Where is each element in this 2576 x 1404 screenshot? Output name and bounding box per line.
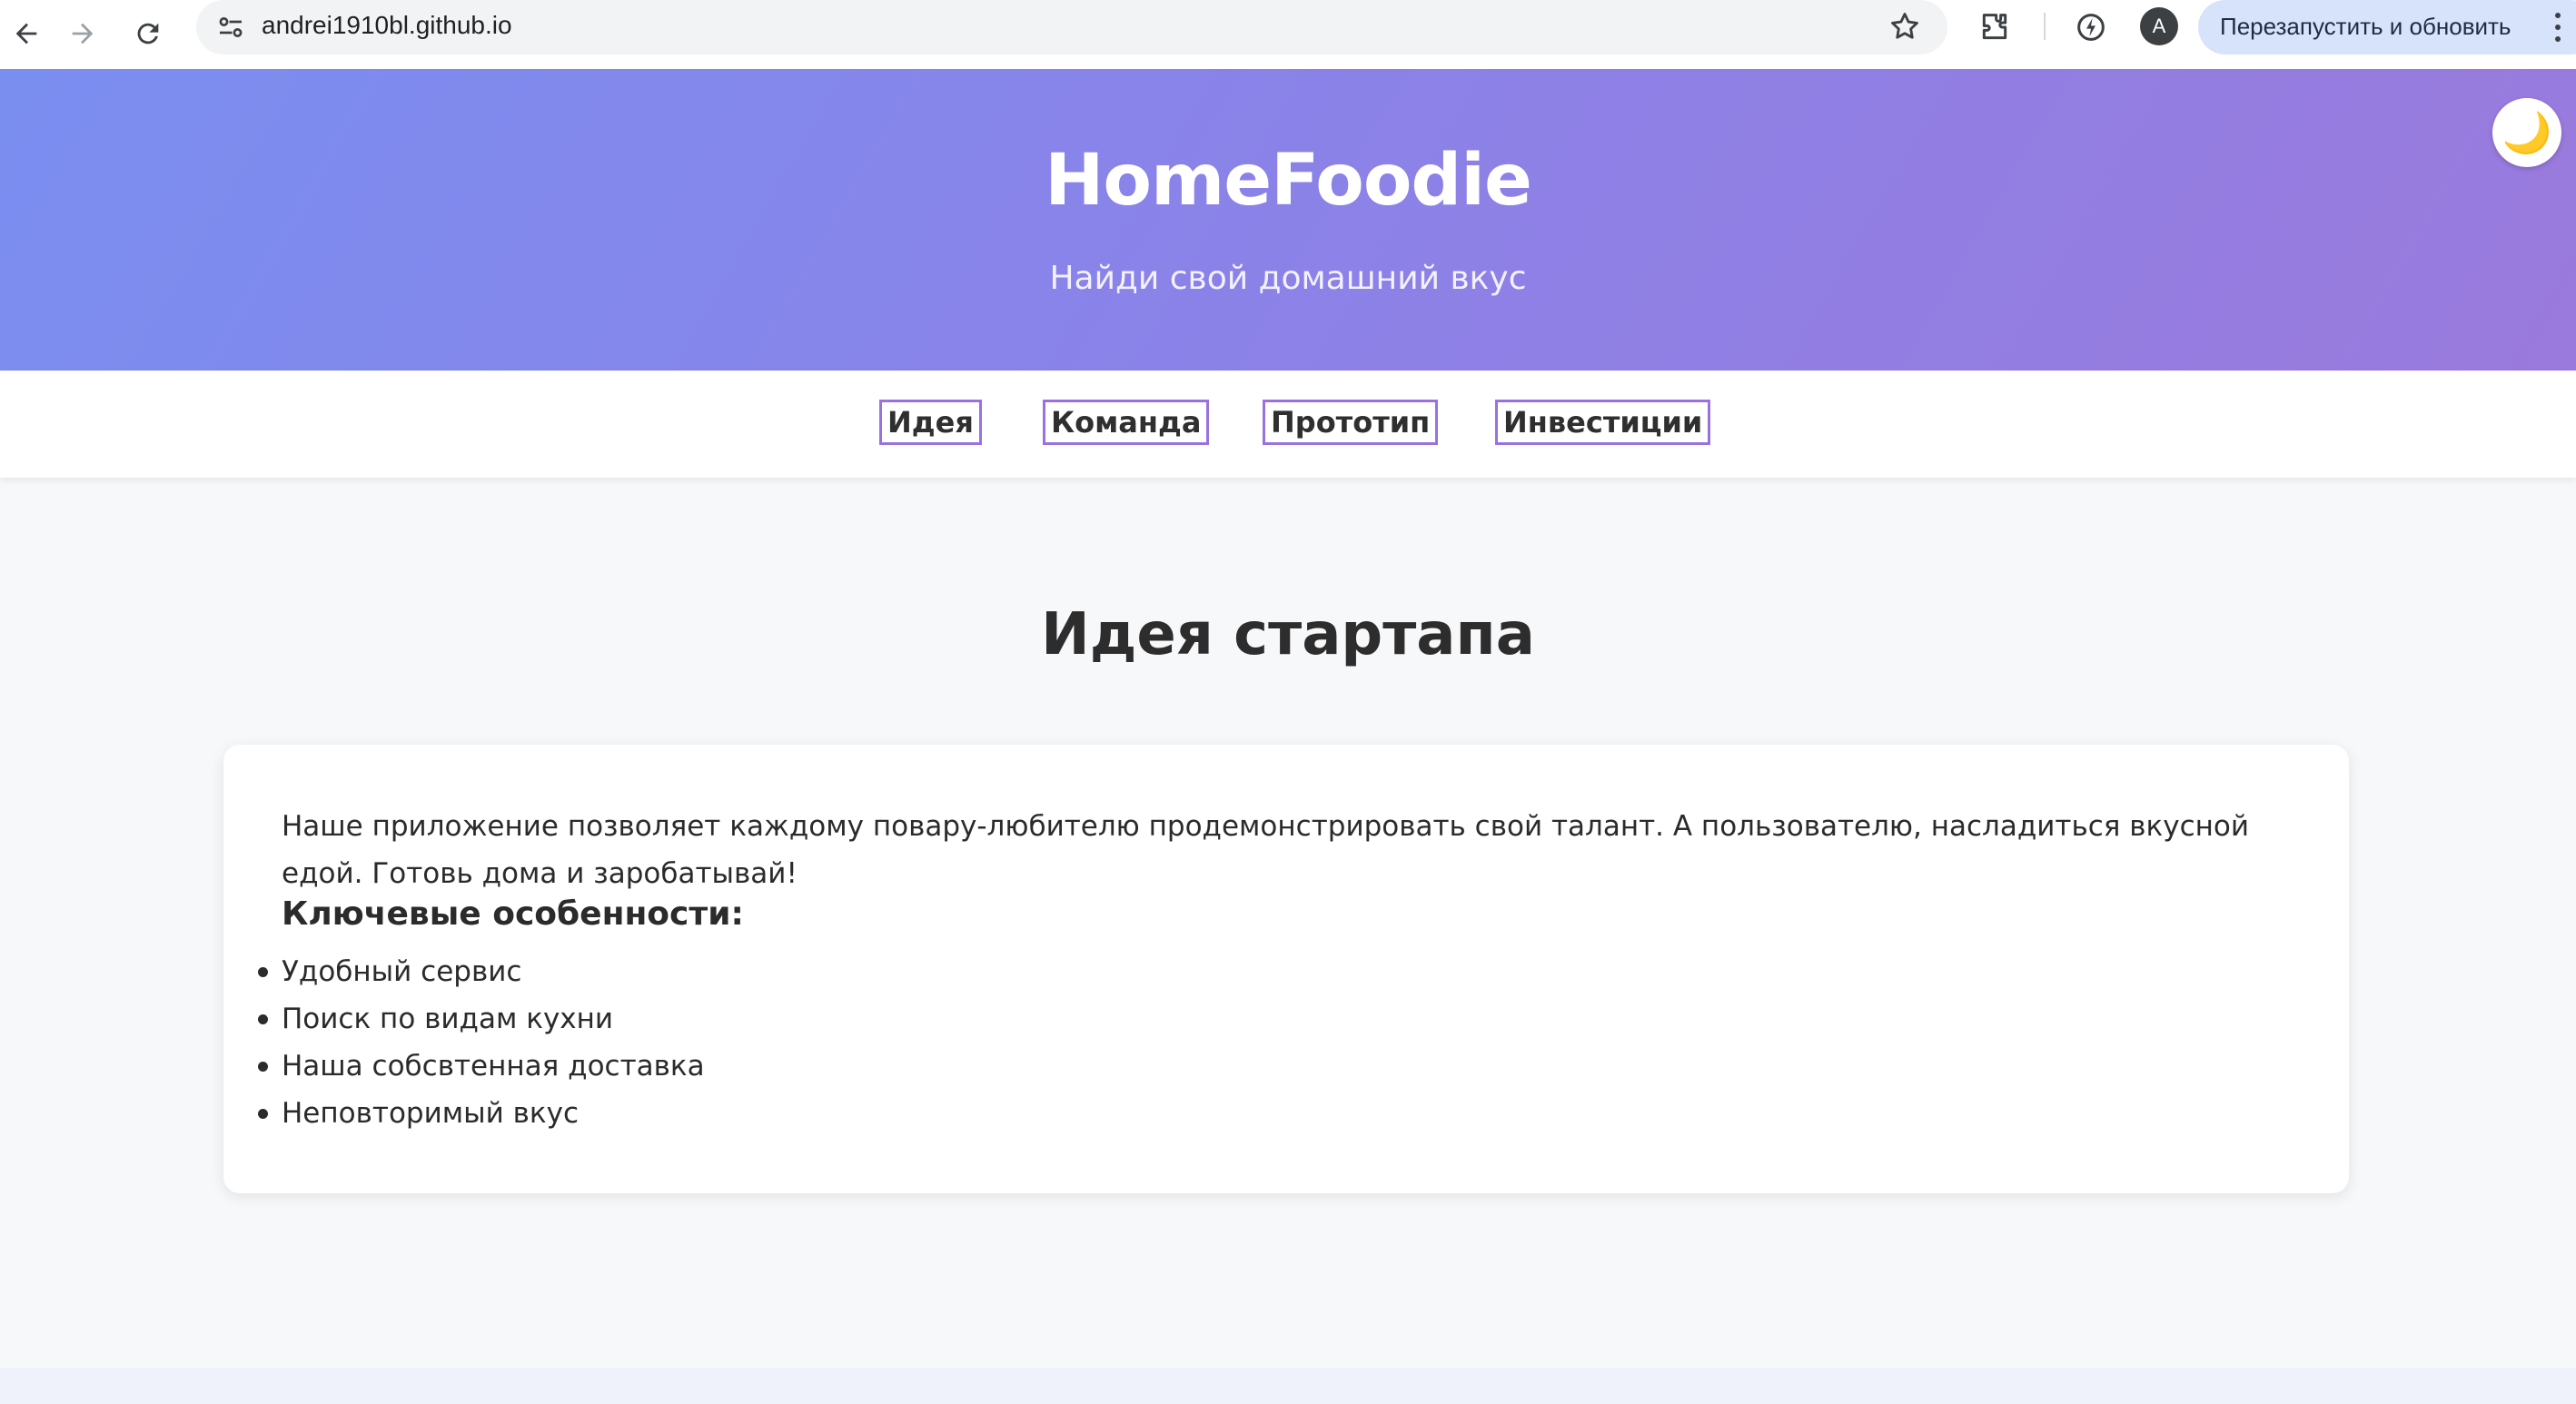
features-heading: Ключевые особенности: (282, 895, 744, 933)
main-navigation: Идея Команда Прототип Инвестиции (0, 371, 2576, 478)
url-text[interactable]: andrei1910bl.github.io (262, 0, 512, 53)
browser-toolbar: andrei1910bl.github.io A Перезапустить и… (0, 0, 2576, 70)
back-button[interactable] (0, 7, 53, 60)
reload-button[interactable] (122, 7, 174, 60)
theme-toggle-button[interactable]: 🌙 (2492, 98, 2561, 167)
forward-arrow-icon (72, 23, 94, 44)
nav-link-idea[interactable]: Идея (879, 400, 982, 445)
reload-icon (137, 23, 159, 44)
site-title: HomeFoodie (1045, 140, 1532, 222)
bookmark-star-icon[interactable] (1887, 9, 1922, 44)
footer-band (0, 1368, 2576, 1404)
list-item: Неповторимый вкус (258, 1090, 705, 1137)
idea-description: Наше приложение позволяет каждому повару… (282, 810, 2250, 890)
performance-icon[interactable] (2073, 9, 2109, 45)
profile-avatar[interactable]: A (2140, 7, 2178, 45)
hero-header: HomeFoodie Найди свой домашний вкус (0, 69, 2576, 371)
nav-link-prototype[interactable]: Прототип (1263, 400, 1439, 445)
site-tagline: Найди свой домашний вкус (1049, 260, 1527, 297)
menu-dot (2555, 36, 2561, 43)
address-bar[interactable]: andrei1910bl.github.io (196, 0, 1947, 54)
idea-card: Наше приложение позволяет каждому повару… (223, 745, 2349, 1193)
toolbar-divider (2044, 13, 2046, 40)
forward-button[interactable] (56, 7, 109, 60)
site-settings-icon[interactable] (214, 11, 247, 44)
nav-link-team[interactable]: Команда (1043, 400, 1210, 445)
extensions-icon[interactable] (1977, 9, 2013, 45)
menu-dot (2555, 12, 2561, 18)
list-item: Поиск по видам кухни (258, 995, 705, 1043)
browser-menu-icon[interactable] (2549, 9, 2567, 45)
list-item: Наша собсвтенная доставка (258, 1043, 705, 1090)
list-item: Удобный сервис (258, 948, 705, 995)
moon-icon: 🌙 (2502, 110, 2552, 156)
section-title: Идея стартапа (1041, 601, 1535, 668)
restart-update-button[interactable]: Перезапустить и обновить (2198, 0, 2576, 54)
back-arrow-icon (15, 23, 37, 44)
nav-link-investments[interactable]: Инвестиции (1495, 400, 1711, 445)
features-list: Удобный сервис Поиск по видам кухни Наша… (258, 948, 705, 1137)
menu-dot (2555, 24, 2561, 30)
